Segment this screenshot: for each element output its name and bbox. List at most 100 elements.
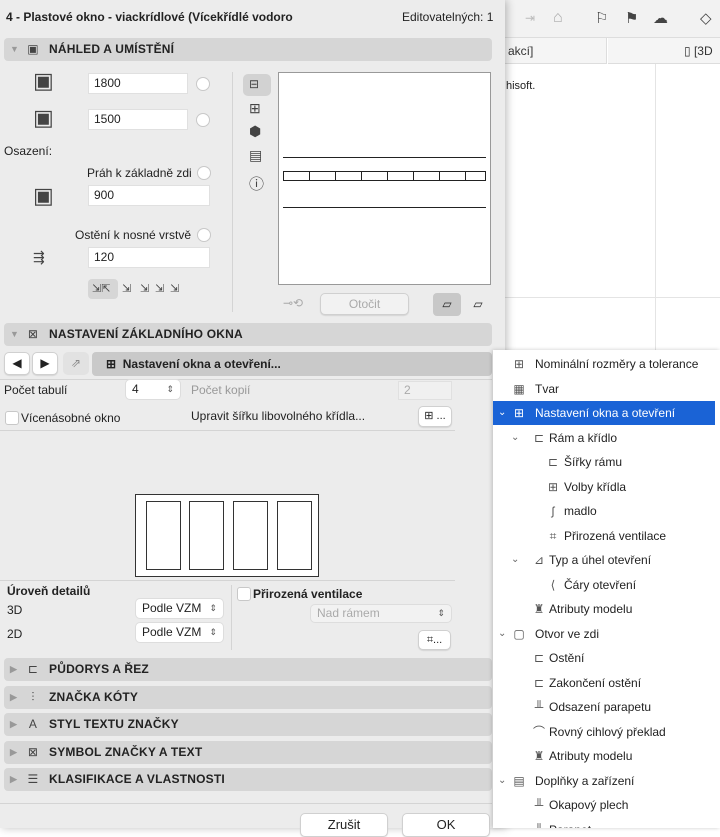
3d-check-icon[interactable]: ◇ [700,9,712,27]
detail-3d-select[interactable]: Podle VZM ⇕ [136,599,223,618]
width-link-toggle[interactable] [196,77,210,91]
tree-item[interactable]: ⊞ Nominální rozměry a tolerance [493,352,715,376]
section-preview-header[interactable]: ▼ ▣ NÁHLED A UMÍSTĚNÍ [4,38,492,61]
tree-item[interactable]: ⊏ Zakončení ostění [493,671,715,695]
tree-item[interactable]: ⌄ ⊿ Typ a úhel otevření [493,548,715,572]
select-arrows-icon: ⇕ [209,603,217,613]
tree-item[interactable]: ⊏ Ostění [493,646,715,670]
tree-item[interactable]: ⌄ ⊞ Nastavení okna a otevření [493,401,715,425]
tab-actions[interactable]: akcí] [505,38,607,64]
section-title: NÁHLED A UMÍSTĚNÍ [49,42,175,56]
cancel-button[interactable]: Zrušit [300,813,388,837]
tree-item[interactable]: ⟨ Čáry otevření [493,573,715,597]
section-marker-text-style-header[interactable]: ▶ A STYL TEXTU ZNAČKY [4,713,492,736]
multi-window-checkbox[interactable] [5,411,19,425]
page-selector[interactable]: ⊞ Nastavení okna a otevření... [92,352,492,376]
tree-item[interactable]: ♜ Atributy modelu [493,744,715,768]
divider [0,379,492,380]
copies-label: Počet kopií [191,383,251,397]
opening-side-left-button[interactable]: ▱ [433,293,461,316]
mirror-icon[interactable]: ⊸⟲ [283,296,303,310]
view-elevation-icon[interactable]: ⊞ [249,100,261,117]
ventilation-position-select[interactable]: Nad rámem ⇕ [311,605,451,622]
natural-ventilation-checkbox[interactable] [237,587,251,601]
detail-3d-label: 3D [7,603,23,617]
info-icon[interactable]: ⓘ [249,173,264,194]
copies-input[interactable]: 2 [398,381,452,400]
tree-item-label: Doplňky a zařízení [535,773,635,788]
section-classification-header[interactable]: ▶ ☰ KLASIFIKACE A VLASTNOSTI [4,768,492,791]
collapse-triangle-icon: ▼ [10,329,20,339]
sill-toggle[interactable] [197,166,211,180]
rotate-button[interactable]: Otočit [320,293,409,315]
anchor-icon[interactable]: ⇲ [155,282,164,295]
tree-item[interactable]: ⊏ Šířky rámu [493,450,715,474]
ok-button[interactable]: OK [402,813,490,837]
tree-item[interactable]: ʃ madlo [493,499,715,523]
disclosure-chevron-icon[interactable]: ⌄ [498,769,506,793]
page-export-button[interactable]: ⇗ [63,352,89,375]
reveal-toggle[interactable] [197,228,211,242]
section-title: NASTAVENÍ ZÁKLADNÍHO OKNA [49,327,243,341]
app-text: hisoft. [506,80,536,92]
disclosure-chevron-icon[interactable]: ⌄ [498,622,506,646]
tree-item[interactable]: ⌄ ▢ Otvor ve zdi [493,622,715,646]
view-floorplan-button[interactable]: ⊟ [243,74,271,96]
section-floorplan-header[interactable]: ▶ ⊏ PŮDORYS A ŘEZ [4,658,492,681]
prev-page-button[interactable]: ◀ [4,352,30,375]
tree-item[interactable]: ⌗ Přirozená ventilace [493,524,715,548]
disclosure-chevron-icon[interactable]: ⌄ [498,401,506,425]
tree-item[interactable]: ⌄ ▤ Doplňky a zařízení [493,769,715,793]
collapse-triangle-icon: ▼ [10,44,20,54]
view-3d-icon[interactable]: ⬢ [249,123,261,140]
flag-icon[interactable]: ⚐ [595,9,608,27]
view-section-icon[interactable]: ▤ [249,147,262,164]
document-list-icon: ☰ [27,772,39,786]
reveal-input[interactable]: 120 [88,247,210,268]
tree-item[interactable]: ⌒ Rovný cihlový překlad [493,720,715,744]
width-icon: ▣ [33,68,54,93]
flag-list-icon[interactable]: ⚑ [625,9,638,27]
edit-width-button[interactable]: ⊞ ... [418,406,452,427]
sill-input[interactable]: 900 [88,185,210,206]
tree-item-label: Volby křídla [564,479,627,494]
import-icon[interactable]: ⇥ [525,11,535,25]
disclosure-chevron-icon[interactable]: ⌄ [511,426,519,450]
anchor-icon[interactable]: ⇲ [122,282,131,295]
detail-2d-select[interactable]: Podle VZM ⇕ [136,623,223,642]
ventilation-settings-button[interactable]: ⌗... [418,630,451,650]
panes-stepper[interactable]: 4 ⇕ [126,380,180,399]
preview-canvas [278,72,491,285]
tree-item[interactable]: ▦ Tvar [493,377,715,401]
window-settings-dialog: 4 - Plastové okno - viackrídlové (Vícekř… [0,0,505,837]
tree-item[interactable]: ╨ Okapový plech [493,793,715,817]
tree-item-icon: ▤ [513,773,525,788]
tree-item[interactable]: ⌄ ⊏ Rám a křídlo [493,426,715,450]
next-page-button[interactable]: ▶ [32,352,58,375]
natural-ventilation-label: Přirozená ventilace [253,587,363,601]
tree-item[interactable]: ♜ Atributy modelu [493,597,715,621]
tree-item[interactable]: ⊞ Volby křídla [493,475,715,499]
reveal-label: Ostění k nosné vrstvě [75,228,192,242]
opening-side-right-button[interactable]: ▱ [465,293,491,316]
preview-section-icon: ▣ [27,42,39,56]
tree-item-label: Tvar [535,381,559,396]
home-icon[interactable]: ⌂ [553,9,563,27]
tab-3d[interactable]: ▯ [3D [608,38,720,64]
anchor-icon[interactable]: ⇲ [170,282,179,295]
width-input[interactable]: 1800 [88,73,188,94]
disclosure-chevron-icon[interactable]: ⌄ [511,548,519,572]
tree-item[interactable]: ╨Parapet [493,818,715,829]
tree-item-label: Ostění [549,651,585,665]
edit-width-label: Upravit šířku libovolného křídla... [191,409,366,423]
section-marker-symbol-header[interactable]: ▶ ⊠ SYMBOL ZNAČKY A TEXT [4,741,492,764]
cloud-icon[interactable]: ☁ [653,9,668,27]
height-input[interactable]: 1500 [88,109,188,130]
height-link-toggle[interactable] [196,113,210,127]
expand-triangle-icon: ▶ [10,774,18,784]
section-basic-header[interactable]: ▼ ⊠ NASTAVENÍ ZÁKLADNÍHO OKNA [4,323,492,346]
pane [146,501,181,570]
section-dimension-marker-header[interactable]: ▶ ⫶ ZNAČKA KÓTY [4,686,492,709]
tree-item[interactable]: ╨ Odsazení parapetu [493,695,715,719]
anchor-icon[interactable]: ⇲ [140,282,149,295]
